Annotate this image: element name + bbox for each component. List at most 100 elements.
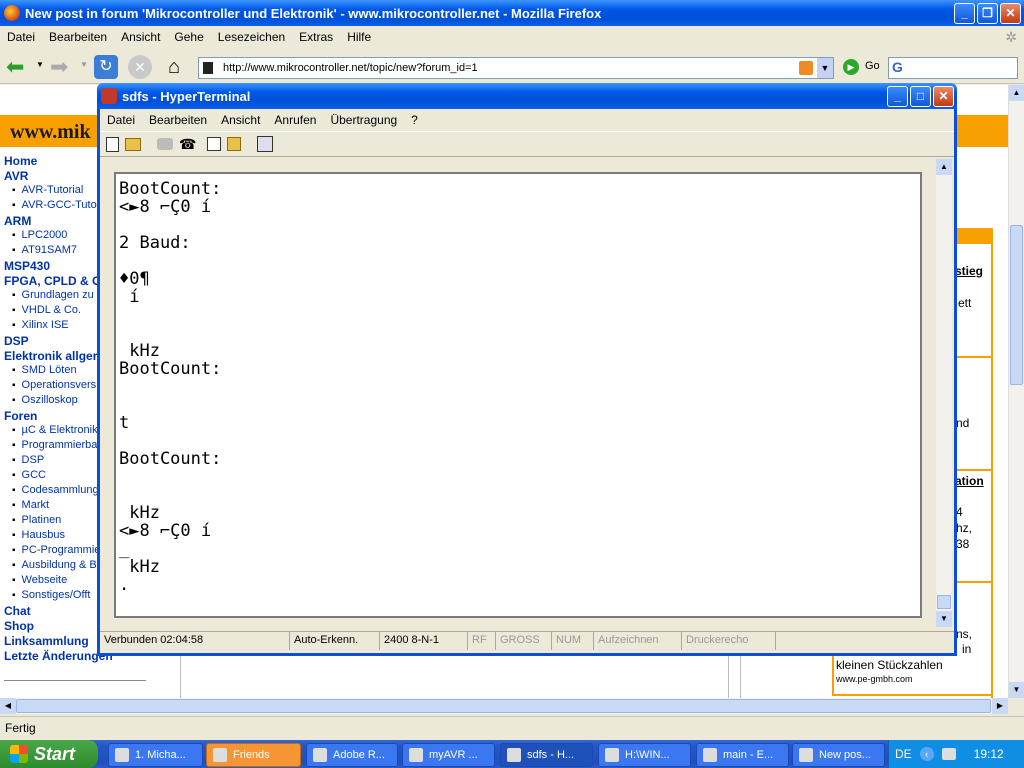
ht-toolbar: ☎: [100, 131, 954, 157]
taskbar-item[interactable]: myAVR ...: [402, 743, 495, 767]
reload-icon[interactable]: ↻: [94, 55, 118, 79]
right-text-ns: ns,: [956, 627, 973, 641]
status-gross: GROSS: [496, 632, 552, 650]
taskbar-item[interactable]: sdfs - H...: [500, 743, 593, 767]
taskbar-item-label: New pos...: [819, 749, 871, 761]
back-button-icon[interactable]: ⬅: [6, 56, 24, 78]
taskbar-item[interactable]: New pos...: [792, 743, 885, 767]
tray-arrow-icon[interactable]: ‹: [919, 747, 934, 761]
firefox-titlebar[interactable]: New post in forum 'Mikrocontroller und E…: [0, 0, 1024, 26]
taskbar-item[interactable]: H:\WIN...: [598, 743, 691, 767]
terminal-line: <►8 ⌐Ç0 í: [119, 521, 212, 541]
forward-dropdown-icon[interactable]: ▼: [80, 60, 88, 69]
properties-icon[interactable]: [257, 136, 273, 152]
ht-maximize-button[interactable]: □: [910, 85, 931, 107]
taskbar-item[interactable]: Adobe R...: [306, 743, 398, 767]
ad-url[interactable]: www.pe-gmbh.com: [836, 674, 913, 684]
network-icon[interactable]: [941, 748, 956, 760]
right-text-stieg[interactable]: stieg: [955, 264, 983, 278]
right-text-in: in: [962, 642, 972, 656]
site-logo: www.mik: [10, 121, 91, 143]
right-text-ation[interactable]: ation: [955, 474, 984, 488]
status-num: NUM: [552, 632, 594, 650]
terminal-area[interactable]: BootCount: <►8 ⌐Ç0 í 2 Baud: ♦0¶ í kHz Boo…: [114, 172, 922, 618]
ht-menu-help[interactable]: ?: [404, 113, 425, 127]
taskbar-app-icon: [605, 748, 619, 762]
receive-icon[interactable]: [227, 137, 241, 151]
close-button[interactable]: ✕: [1000, 2, 1021, 24]
firefox-title: New post in forum 'Mikrocontroller und E…: [25, 5, 602, 21]
ad-line: kleinen Stückzahlen: [836, 658, 943, 672]
status-record: Aufzeichnen: [594, 632, 682, 650]
ht-menu-ansicht[interactable]: Ansicht: [214, 113, 267, 127]
menu-ansicht[interactable]: Ansicht: [114, 30, 167, 44]
minimize-button[interactable]: _: [954, 2, 975, 24]
call-icon[interactable]: [157, 138, 173, 150]
sidebar-divider: [4, 680, 146, 681]
scroll-down-icon[interactable]: ▼: [1009, 682, 1024, 698]
google-search-icon[interactable]: G: [892, 59, 903, 75]
forward-button-icon[interactable]: ➡: [50, 56, 68, 78]
ht-scroll-down-icon[interactable]: ▼: [936, 611, 952, 627]
status-connected: Verbunden 02:04:58: [100, 632, 290, 650]
ht-menu-datei[interactable]: Datei: [100, 113, 142, 127]
taskbar-item-label: main - E...: [723, 749, 774, 761]
menu-bearbeiten[interactable]: Bearbeiten: [42, 30, 114, 44]
clock[interactable]: 19:12: [974, 747, 1004, 761]
start-button[interactable]: Start: [0, 740, 98, 768]
terminal-line: í: [119, 287, 140, 307]
hyperterminal-icon: [101, 88, 117, 104]
scroll-left-icon[interactable]: ◀: [0, 698, 16, 714]
ht-minimize-button[interactable]: _: [887, 85, 908, 107]
status-detect: Auto-Erkenn.: [290, 632, 380, 650]
new-icon[interactable]: [106, 136, 119, 152]
hyperterminal-title: sdfs - HyperTerminal: [122, 88, 251, 104]
firefox-hscrollbar[interactable]: ◀ ▶: [0, 698, 1008, 714]
start-label: Start: [34, 743, 76, 764]
ht-scroll-up-icon[interactable]: ▲: [936, 159, 952, 175]
rss-icon[interactable]: [799, 61, 813, 75]
menu-extras[interactable]: Extras: [292, 30, 340, 44]
scroll-up-icon[interactable]: ▲: [1009, 85, 1024, 101]
send-icon[interactable]: [207, 137, 221, 151]
right-sep-2: [955, 469, 993, 471]
firefox-status-text: Fertig: [5, 721, 36, 735]
menu-hilfe[interactable]: Hilfe: [340, 30, 378, 44]
taskbar-item[interactable]: Friends: [206, 743, 301, 767]
taskbar-item[interactable]: main - E...: [696, 743, 789, 767]
hscroll-thumb[interactable]: [16, 699, 991, 713]
scroll-right-icon[interactable]: ▶: [992, 698, 1008, 714]
disconnect-icon[interactable]: ☎: [179, 136, 196, 152]
terminal-line: BootCount:: [119, 359, 222, 379]
go-icon[interactable]: ▶: [843, 59, 859, 75]
terminal-line: BootCount:: [119, 179, 222, 199]
taskbar-app-icon: [799, 748, 813, 762]
language-indicator[interactable]: DE: [895, 747, 912, 761]
hyperterminal-titlebar[interactable]: sdfs - HyperTerminal _ □ ✕: [97, 83, 957, 109]
ht-scroll-thumb[interactable]: [937, 595, 951, 609]
restore-button[interactable]: ❐: [977, 2, 998, 24]
ht-menu-anrufen[interactable]: Anrufen: [267, 113, 323, 127]
menu-gehe[interactable]: Gehe: [167, 30, 210, 44]
url-dropdown-icon[interactable]: ▼: [817, 58, 833, 78]
back-dropdown-icon[interactable]: ▼: [36, 60, 44, 69]
scroll-thumb[interactable]: [1010, 225, 1023, 385]
search-box[interactable]: G: [888, 57, 1018, 79]
taskbar-item[interactable]: 1. Micha...: [108, 743, 203, 767]
firefox-vscrollbar[interactable]: ▲ ▼: [1008, 85, 1024, 698]
right-text-nd: nd: [956, 416, 970, 430]
menu-lesezeichen[interactable]: Lesezeichen: [211, 30, 292, 44]
open-icon[interactable]: [125, 137, 141, 151]
home-icon[interactable]: ⌂: [162, 55, 186, 79]
ht-menu-bearbeiten[interactable]: Bearbeiten: [142, 113, 214, 127]
ht-menu-uebertragung[interactable]: Übertragung: [323, 113, 404, 127]
taskbar-app-icon: [313, 748, 327, 762]
ht-vscrollbar[interactable]: ▲ ▼: [936, 159, 952, 627]
menu-datei[interactable]: Datei: [0, 30, 42, 44]
stop-icon[interactable]: ✕: [128, 55, 152, 79]
ht-close-button[interactable]: ✕: [933, 85, 954, 107]
taskbar-app-icon: [115, 748, 129, 762]
go-label[interactable]: Go: [865, 60, 880, 72]
url-bar[interactable]: http://www.mikrocontroller.net/topic/new…: [198, 57, 834, 79]
